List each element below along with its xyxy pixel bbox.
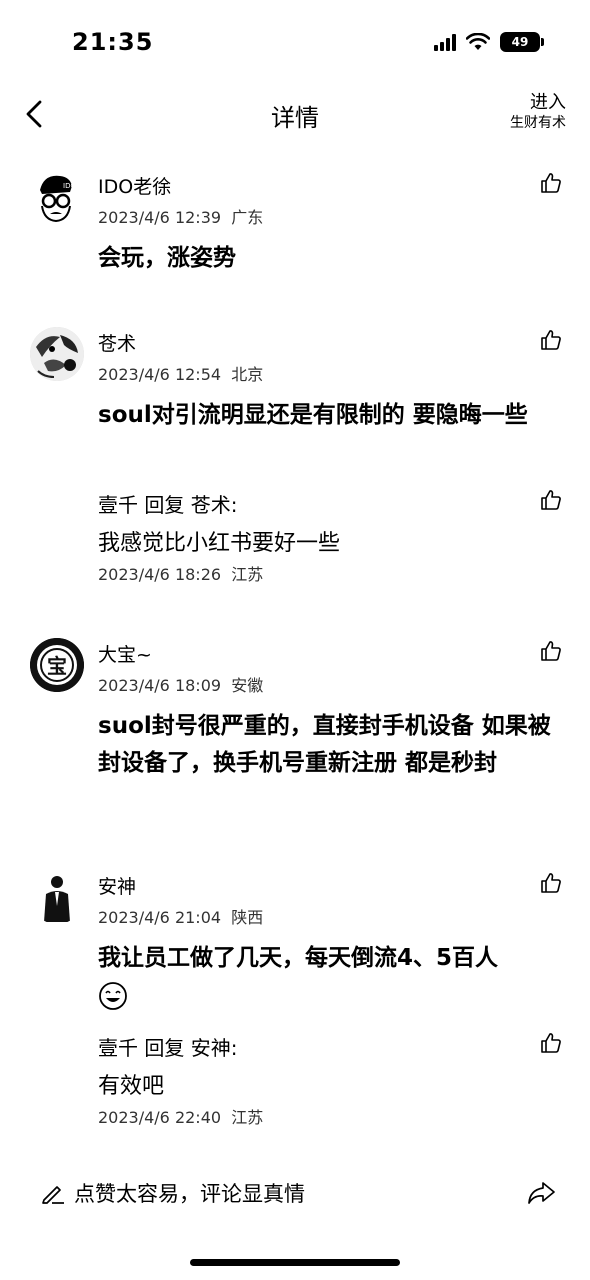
comment-author[interactable]: 苍术: [98, 329, 136, 356]
edit-icon[interactable]: [40, 1180, 66, 1206]
comment-meta: 2023/4/6 21:04 陕西: [98, 908, 264, 927]
like-icon[interactable]: [540, 640, 562, 662]
comment-text: 我让员工做了几天，每天倒流4、5百人: [98, 940, 568, 1014]
comment-author[interactable]: IDO老徐: [98, 172, 171, 199]
like-icon[interactable]: [540, 872, 562, 894]
status-time: 21:35: [72, 28, 154, 56]
reply-meta: 2023/4/6 18:26 江苏: [98, 565, 264, 584]
status-icons: 49: [434, 32, 544, 52]
comment-input-bar: 点赞太容易，评论显真情: [0, 1168, 590, 1218]
reply-meta: 2023/4/6 22:40 江苏: [98, 1108, 264, 1127]
reply-like-icon[interactable]: [540, 1032, 562, 1054]
reply-text: 我感觉比小红书要好一些: [98, 531, 341, 556]
like-icon[interactable]: [540, 329, 562, 351]
comment-meta: 2023/4/6 18:09 安徽: [98, 676, 264, 695]
avatar[interactable]: 宝: [30, 638, 84, 692]
signal-icon: [434, 33, 456, 51]
avatar-text: 宝: [47, 654, 67, 678]
reply-header[interactable]: 壹千 回复 安神:: [98, 1032, 237, 1061]
wifi-icon: [466, 33, 490, 50]
battery-icon: 49: [500, 32, 544, 52]
comment-text: soul对引流明显还是有限制的 要隐晦一些: [98, 402, 528, 428]
battery-level: 49: [511, 35, 529, 49]
enter-label: 进入: [530, 92, 566, 113]
page-title: 详情: [271, 104, 319, 132]
avatar[interactable]: IDO: [30, 170, 84, 224]
avatar-text: IDO: [63, 182, 76, 190]
nav-bar: 详情 进入 生财有术: [0, 90, 590, 140]
comment-meta: 2023/4/6 12:39 广东: [98, 208, 264, 227]
avatar[interactable]: [30, 870, 84, 924]
comment-meta: 2023/4/6 12:54 北京: [98, 365, 264, 384]
home-indicator[interactable]: [190, 1259, 400, 1266]
comment-text: 会玩，涨姿势: [98, 245, 236, 271]
reply-header[interactable]: 壹千 回复 苍术:: [98, 489, 237, 518]
reply-text: 有效吧: [98, 1074, 165, 1099]
avatar[interactable]: [30, 327, 84, 381]
laughing-emoji-icon: [99, 981, 127, 1010]
like-icon[interactable]: [540, 172, 562, 194]
share-icon[interactable]: [526, 1180, 556, 1206]
comment-author[interactable]: 安神: [98, 872, 136, 899]
comment-input[interactable]: 点赞太容易，评论显真情: [74, 1178, 305, 1208]
comment-author[interactable]: 大宝~: [98, 640, 152, 667]
enter-community-button[interactable]: 进入 生财有术: [510, 92, 566, 132]
comment-text: suol封号很严重的，直接封手机设备 如果被封设备了，换手机号重新注册 都是秒封: [98, 713, 551, 776]
status-bar: 21:35 49: [0, 0, 590, 90]
community-label: 生财有术: [510, 115, 566, 131]
comment-text-content: 我让员工做了几天，每天倒流4、5百人: [98, 945, 499, 971]
reply-like-icon[interactable]: [540, 489, 562, 511]
